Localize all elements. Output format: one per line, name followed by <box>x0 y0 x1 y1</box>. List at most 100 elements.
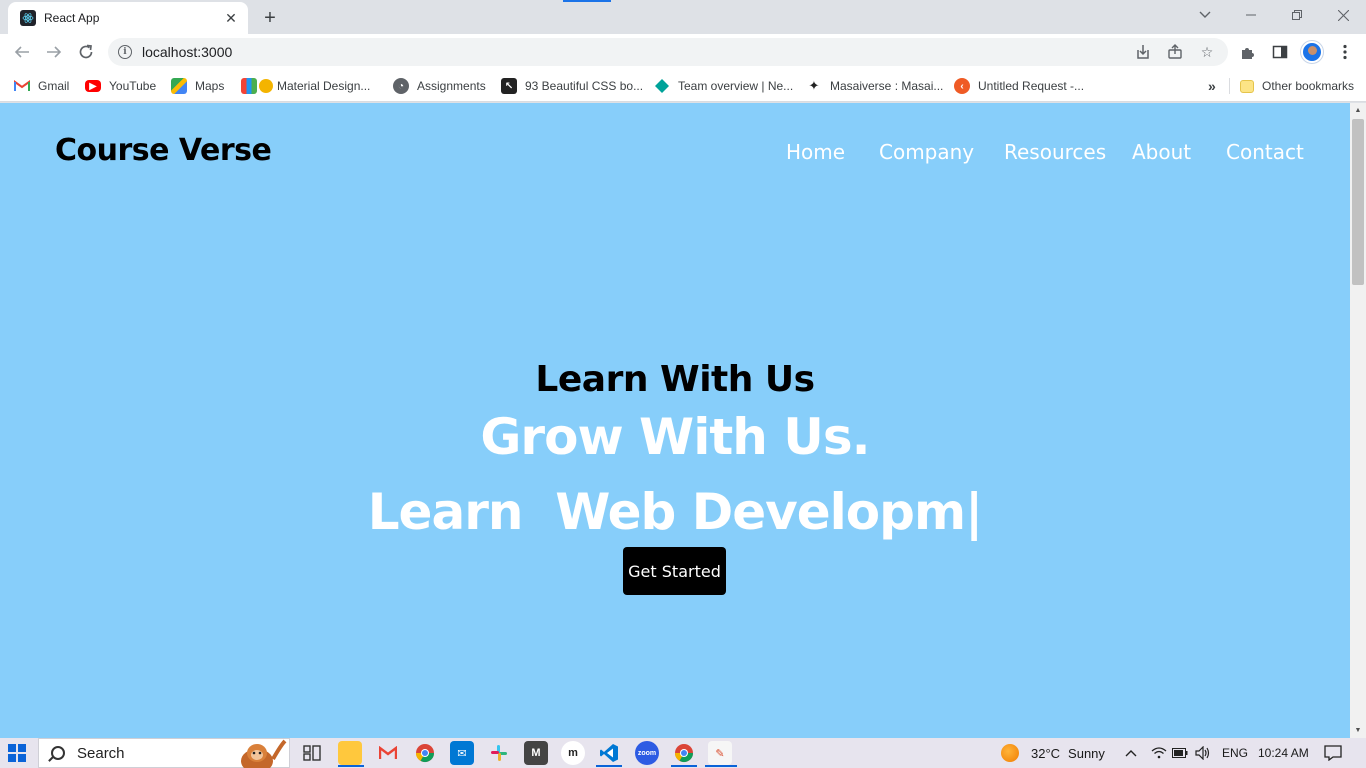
volume-icon[interactable] <box>1195 738 1211 768</box>
taskbar-clock[interactable]: 10:24 AM <box>1258 738 1309 768</box>
share-icon[interactable] <box>1166 43 1184 61</box>
bookmark-label: 93 Beautiful CSS bo... <box>525 79 644 93</box>
tab-indicator <box>563 0 611 2</box>
bookmark-other[interactable]: Other bookmarks <box>1240 76 1354 96</box>
nav-about[interactable]: About <box>1132 140 1191 164</box>
bookmark-label: Gmail <box>38 79 70 93</box>
address-bar[interactable]: i localhost:3000 ☆ <box>108 38 1228 66</box>
bookmark-label: Material Design... <box>277 79 371 93</box>
bookmark-assignments[interactable]: ◔ Assignments <box>393 76 486 96</box>
minimize-icon[interactable] <box>1228 0 1274 30</box>
running-indicator <box>671 765 697 767</box>
team-icon <box>654 78 670 94</box>
bookmark-label: Assignments <box>417 79 486 93</box>
bookmark-label: Masaiverse : Masai... <box>830 79 944 93</box>
show-hidden-icons-icon[interactable] <box>1125 738 1137 768</box>
task-view-icon[interactable] <box>300 741 324 765</box>
running-indicator <box>338 765 364 767</box>
active-indicator <box>705 765 737 767</box>
bookmark-youtube[interactable]: ▶ YouTube <box>85 76 156 96</box>
bookmark-label: YouTube <box>109 79 157 93</box>
paint-icon[interactable]: ✎ <box>708 741 732 765</box>
zoom-icon[interactable]: zoom <box>635 741 659 765</box>
scroll-down-arrow-icon[interactable]: ▼ <box>1350 722 1366 738</box>
hero-typewriter-text: Learn Web Developm| <box>367 483 984 541</box>
scroll-up-arrow-icon[interactable]: ▲ <box>1350 103 1366 117</box>
masai-icon: ✦ <box>808 78 820 93</box>
chrome-profile-icon[interactable] <box>672 741 696 765</box>
weather-desc: Sunny <box>1068 745 1105 761</box>
bookmark-label: Other bookmarks <box>1262 79 1355 93</box>
vscode-icon[interactable] <box>597 741 621 765</box>
gmail-icon <box>14 78 30 94</box>
bookmark-team-overview[interactable]: Team overview | Ne... <box>654 76 793 96</box>
site-logo[interactable]: Course Verse <box>55 133 272 168</box>
nav-home[interactable]: Home <box>786 140 845 164</box>
browser-tab[interactable]: React App ✕ <box>8 2 248 34</box>
url-text: localhost:3000 <box>142 44 233 60</box>
youtube-icon: ▶ <box>85 80 101 92</box>
assignments-icon: ◔ <box>393 78 409 94</box>
css-icon: ↖ <box>501 78 517 94</box>
masai-app-icon[interactable]: M <box>524 741 548 765</box>
scroll-thumb[interactable] <box>1352 119 1364 285</box>
page-scrollbar[interactable]: ▲ ▼ <box>1350 103 1366 738</box>
weather-widget[interactable]: 32°C Sunny <box>1001 738 1105 768</box>
site-info-icon[interactable]: i <box>118 45 132 59</box>
nav-resources[interactable]: Resources <box>1004 140 1106 164</box>
forward-icon[interactable] <box>40 38 68 66</box>
bookmark-untitled-request[interactable]: ‹ Untitled Request -... <box>954 76 1084 96</box>
tab-strip: React App ✕ + <box>0 0 1366 34</box>
search-icon <box>51 746 65 760</box>
close-tab-icon[interactable]: ✕ <box>222 9 240 27</box>
slack-icon[interactable] <box>487 741 511 765</box>
bookmark-material-design[interactable]: Material Design... <box>241 76 370 96</box>
gmail-app-icon[interactable] <box>376 741 400 765</box>
bookmark-masaiverse[interactable]: ✦ Masaiverse : Masai... <box>806 76 944 96</box>
restore-icon[interactable] <box>1274 0 1320 30</box>
reload-icon[interactable] <box>72 38 100 66</box>
bookmark-label: Maps <box>195 79 225 93</box>
notifications-icon[interactable] <box>1324 738 1342 768</box>
tab-title: React App <box>44 11 100 25</box>
folder-icon <box>1240 79 1254 93</box>
close-window-icon[interactable] <box>1320 0 1366 30</box>
file-explorer-icon[interactable] <box>338 741 362 765</box>
bookmark-label: Untitled Request -... <box>978 79 1085 93</box>
search-highlight-illustration-icon <box>241 739 287 768</box>
chrome-icon[interactable] <box>413 741 437 765</box>
bookmark-css[interactable]: ↖ 93 Beautiful CSS bo... <box>501 76 643 96</box>
language-indicator[interactable]: ENG <box>1222 738 1248 768</box>
side-panel-icon[interactable] <box>1270 42 1290 62</box>
bookmark-star-icon[interactable]: ☆ <box>1198 43 1216 61</box>
wifi-icon[interactable] <box>1151 738 1167 768</box>
mail-icon[interactable]: ✉ <box>450 741 474 765</box>
postman-icon: ‹ <box>954 78 970 94</box>
react-icon <box>20 10 36 26</box>
nav-company[interactable]: Company <box>879 140 974 164</box>
install-icon[interactable] <box>1134 43 1152 61</box>
running-indicator <box>596 765 622 767</box>
extensions-icon[interactable] <box>1238 42 1258 62</box>
hero-title: Grow With Us. <box>480 408 870 466</box>
bookmark-label: Team overview | Ne... <box>678 79 794 93</box>
get-started-button[interactable]: Get Started <box>623 547 726 595</box>
menu-icon[interactable] <box>1335 42 1355 62</box>
taskbar-search[interactable]: Search <box>38 738 290 768</box>
profile-avatar[interactable] <box>1301 41 1323 63</box>
windows-taskbar: Search ✉ M m zoom ✎ 32°C Sunny ENG 10:24… <box>0 738 1366 768</box>
back-icon[interactable] <box>8 38 36 66</box>
bookmarks-bar: Gmail ▶ YouTube Maps Material Design... … <box>0 70 1366 102</box>
bookmark-gmail[interactable]: Gmail <box>14 76 69 96</box>
bookmark-maps[interactable]: Maps <box>171 76 224 96</box>
palette-icon <box>259 79 273 93</box>
battery-icon[interactable] <box>1172 738 1188 768</box>
windows-start-icon[interactable] <box>8 744 26 762</box>
sun-icon <box>1001 744 1019 762</box>
new-tab-button[interactable]: + <box>258 6 282 30</box>
bookmarks-overflow-icon[interactable]: » <box>1208 76 1216 96</box>
medium-app-icon[interactable]: m <box>561 741 585 765</box>
nav-contact[interactable]: Contact <box>1226 140 1304 164</box>
maps-icon <box>171 78 187 94</box>
tab-search-icon[interactable] <box>1196 6 1214 24</box>
